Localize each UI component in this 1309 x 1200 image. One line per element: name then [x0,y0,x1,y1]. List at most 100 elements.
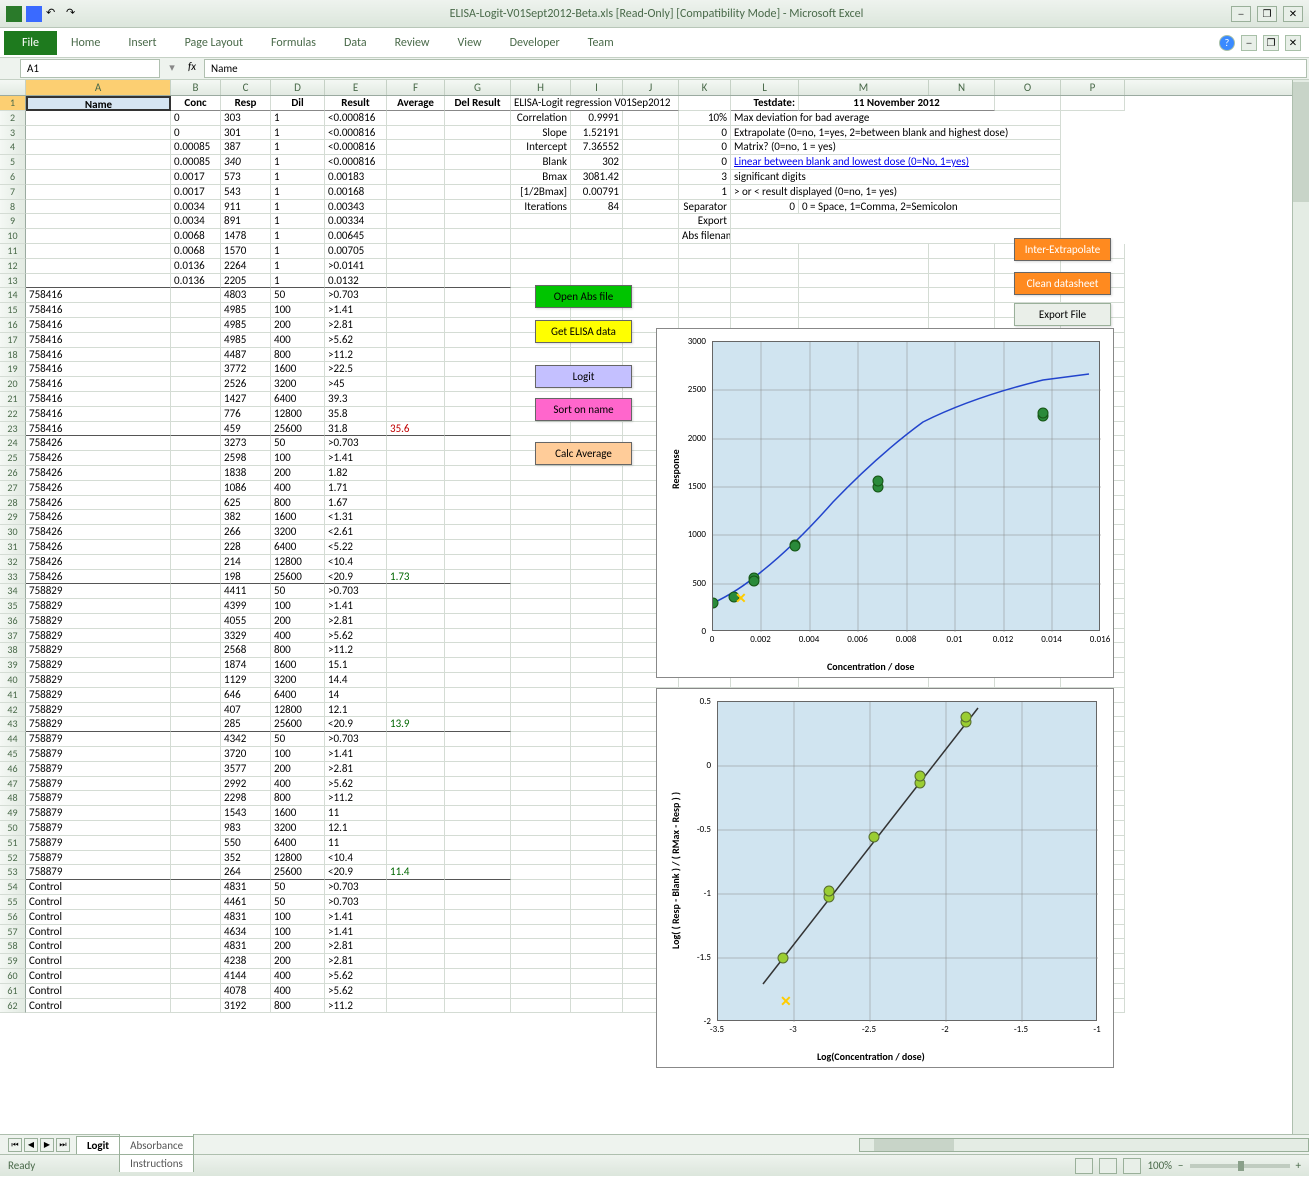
row-header[interactable]: 29 [0,510,26,525]
stat-param[interactable]: 0 [679,155,731,170]
cell-name[interactable]: 758879 [26,865,171,880]
cell-name[interactable]: 758426 [26,436,171,451]
sheet-tab-absorbance[interactable]: Absorbance [119,1136,194,1154]
row-header[interactable]: 44 [0,732,26,747]
cell-result[interactable]: >11.2 [325,791,387,806]
cell-result[interactable]: >0.703 [325,584,387,599]
cell-average[interactable] [387,303,445,318]
col-header-M[interactable]: M [799,80,929,95]
cell-result[interactable]: >1.41 [325,303,387,318]
cell-resp[interactable]: 3273 [221,436,271,451]
cell-resp[interactable]: 4831 [221,880,271,895]
col-header-A[interactable]: A [26,80,171,95]
cell-conc[interactable] [171,688,221,703]
cell-conc[interactable] [171,865,221,880]
cell-result[interactable]: >1.41 [325,925,387,940]
cell-resp[interactable]: 1570 [221,244,271,259]
cell-resp[interactable]: 3772 [221,362,271,377]
row-header[interactable]: 39 [0,658,26,673]
cell-name[interactable] [26,126,171,141]
cell-dil[interactable]: 400 [271,481,325,496]
tab-nav-next-icon[interactable]: ▶ [40,1138,54,1152]
cell-result[interactable]: 0.00343 [325,200,387,215]
cell-name[interactable]: 758829 [26,599,171,614]
cell-dil[interactable]: 6400 [271,688,325,703]
cell-name[interactable]: 758426 [26,510,171,525]
cell-dil[interactable]: 1 [271,170,325,185]
cell-average[interactable] [387,451,445,466]
cell-average[interactable] [387,954,445,969]
cell-dil[interactable]: 800 [271,791,325,806]
stat-param[interactable]: 1 [679,185,731,200]
cell-result[interactable]: >2.81 [325,954,387,969]
row-header[interactable]: 45 [0,747,26,762]
cell-resp[interactable]: 543 [221,185,271,200]
col-header-E[interactable]: E [325,80,387,95]
row-header[interactable]: 32 [0,555,26,570]
cell-name[interactable]: Control [26,969,171,984]
cell-average[interactable] [387,126,445,141]
col-header-F[interactable]: F [387,80,445,95]
cell-conc[interactable] [171,984,221,999]
cell-dil[interactable]: 6400 [271,392,325,407]
stat-param[interactable]: Abs filename [679,229,731,244]
cell-average[interactable] [387,880,445,895]
cell-dil[interactable]: 50 [271,880,325,895]
cell-dil[interactable]: 400 [271,629,325,644]
cell-name[interactable]: 758416 [26,348,171,363]
stat-label[interactable]: Slope [511,126,571,141]
cell-name[interactable]: 758426 [26,555,171,570]
cell-dil[interactable]: 1 [271,274,325,289]
cell-resp[interactable]: 2526 [221,377,271,392]
cell-result[interactable]: 14 [325,688,387,703]
cell-result[interactable]: >0.703 [325,288,387,303]
cell-conc[interactable] [171,540,221,555]
cell-resp[interactable]: 4985 [221,333,271,348]
cell-resp[interactable]: 459 [221,422,271,437]
row-header[interactable]: 58 [0,939,26,954]
cell-resp[interactable]: 1427 [221,392,271,407]
ribbon-tab-formulas[interactable]: Formulas [257,31,330,55]
calc-avg-button[interactable]: Calc Average [535,442,632,465]
sort-name-button[interactable]: Sort on name [535,398,632,421]
cell-dil[interactable]: 100 [271,451,325,466]
stat-param[interactable]: 10% [679,111,731,126]
stat-label[interactable] [511,229,571,244]
cell-average[interactable] [387,466,445,481]
cell-result[interactable]: <20.9 [325,717,387,732]
cell-average[interactable] [387,274,445,289]
cell-dil[interactable]: 50 [271,584,325,599]
stat-param[interactable]: 0 [679,140,731,155]
cell-result[interactable]: 15.1 [325,658,387,673]
name-box[interactable]: A1 [20,59,160,78]
stat-value[interactable]: 1.52191 [571,126,623,141]
cell-result[interactable]: >0.703 [325,880,387,895]
cell-average[interactable] [387,791,445,806]
cell-result[interactable]: >1.41 [325,910,387,925]
cell-average[interactable] [387,762,445,777]
cell-result[interactable]: >0.703 [325,895,387,910]
cell-resp[interactable]: 1874 [221,658,271,673]
cell-name[interactable]: 758416 [26,392,171,407]
row-header[interactable]: 7 [0,185,26,200]
row-header[interactable]: 2 [0,111,26,126]
header-dil[interactable]: Dil [271,96,325,111]
cell-resp[interactable]: 4831 [221,939,271,954]
ribbon-tab-page-layout[interactable]: Page Layout [171,31,257,55]
cell-dil[interactable]: 200 [271,939,325,954]
row-header[interactable]: 46 [0,762,26,777]
cell-average[interactable] [387,806,445,821]
view-normal-icon[interactable] [1075,1158,1093,1174]
row-header[interactable]: 59 [0,954,26,969]
cell-resp[interactable]: 1478 [221,229,271,244]
stat-value[interactable]: 0.9991 [571,111,623,126]
cell-average[interactable] [387,348,445,363]
cell-dil[interactable]: 3200 [271,821,325,836]
cell-average[interactable] [387,703,445,718]
col-header-I[interactable]: I [571,80,623,95]
cell-name[interactable]: 758829 [26,584,171,599]
cell-average[interactable] [387,969,445,984]
cell-average[interactable] [387,629,445,644]
cell-resp[interactable]: 1129 [221,673,271,688]
cell-average[interactable] [387,555,445,570]
